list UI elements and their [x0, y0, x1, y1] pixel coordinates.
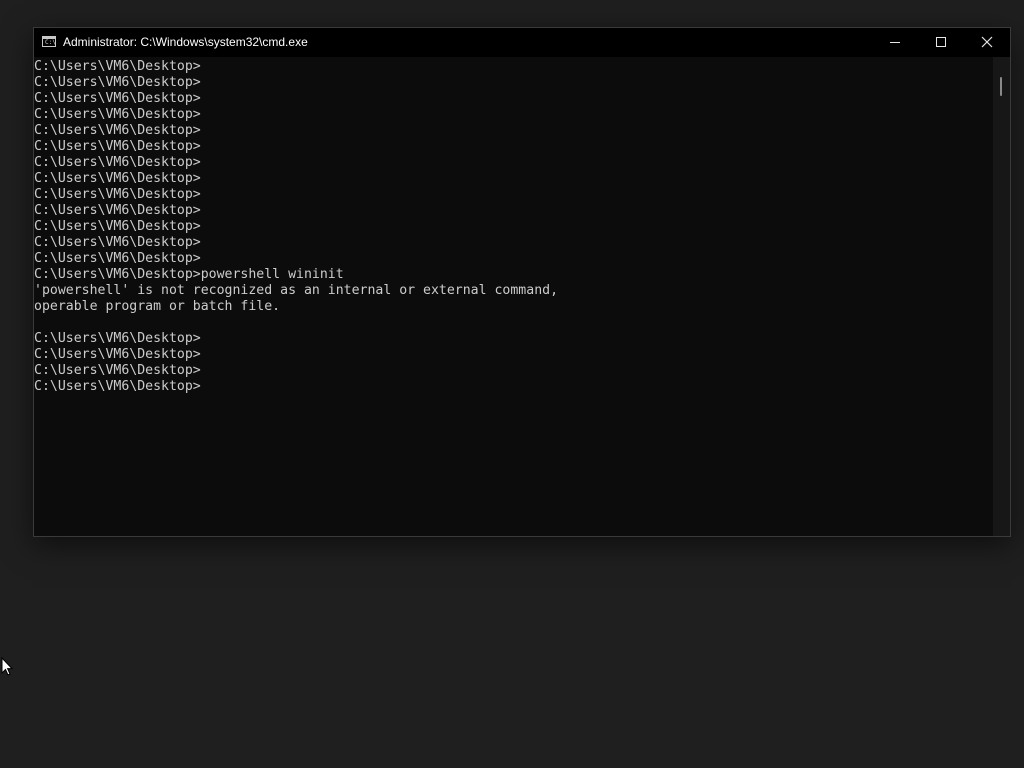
- console-line: C:\Users\VM6\Desktop>: [34, 171, 201, 186]
- cmd-window: C:\ Administrator: C:\Windows\system32\c…: [33, 27, 1011, 537]
- maximize-icon: [936, 37, 946, 47]
- console-line: C:\Users\VM6\Desktop>: [34, 363, 201, 378]
- console-line: C:\Users\VM6\Desktop>: [34, 139, 201, 154]
- console-line: C:\Users\VM6\Desktop>: [34, 347, 201, 362]
- console-line: C:\Users\VM6\Desktop>: [34, 251, 201, 266]
- minimize-icon: [890, 42, 900, 43]
- console-line: C:\Users\VM6\Desktop>: [34, 235, 201, 250]
- console-line: C:\Users\VM6\Desktop>: [34, 219, 201, 234]
- console-line: C:\Users\VM6\Desktop>: [34, 187, 201, 202]
- console-line: operable program or batch file.: [34, 299, 281, 314]
- mouse-pointer-icon: [1, 657, 13, 676]
- close-button[interactable]: [964, 28, 1010, 57]
- console-line: C:\Users\VM6\Desktop>: [34, 155, 201, 170]
- window-title: Administrator: C:\Windows\system32\cmd.e…: [63, 35, 308, 49]
- console-line: C:\Users\VM6\Desktop>: [34, 123, 201, 138]
- title-bar[interactable]: C:\ Administrator: C:\Windows\system32\c…: [34, 28, 1010, 57]
- cmd-icon-prompt: C:\: [45, 39, 56, 46]
- console-line: C:\Users\VM6\Desktop>: [34, 75, 201, 90]
- cmd-icon: C:\: [42, 36, 56, 47]
- console-line: C:\Users\VM6\Desktop>: [34, 379, 201, 394]
- vertical-scrollbar[interactable]: [993, 57, 1010, 536]
- console-line: C:\Users\VM6\Desktop>: [34, 203, 201, 218]
- scrollbar-thumb[interactable]: [1000, 77, 1002, 96]
- console-output[interactable]: C:\Users\VM6\Desktop> C:\Users\VM6\Deskto…: [34, 57, 994, 536]
- console-line: C:\Users\VM6\Desktop>: [34, 91, 201, 106]
- maximize-button[interactable]: [918, 28, 964, 57]
- close-icon: [981, 36, 993, 48]
- console-line: C:\Users\VM6\Desktop>: [34, 331, 201, 346]
- console-line: C:\Users\VM6\Desktop>powershell wininit: [34, 267, 344, 282]
- console-line: 'powershell' is not recognized as an int…: [34, 283, 559, 298]
- console-text: C:\Users\VM6\Desktop> C:\Users\VM6\Deskto…: [34, 59, 558, 395]
- console-line: C:\Users\VM6\Desktop>: [34, 59, 201, 74]
- minimize-button[interactable]: [872, 28, 918, 57]
- console-line: C:\Users\VM6\Desktop>: [34, 107, 201, 122]
